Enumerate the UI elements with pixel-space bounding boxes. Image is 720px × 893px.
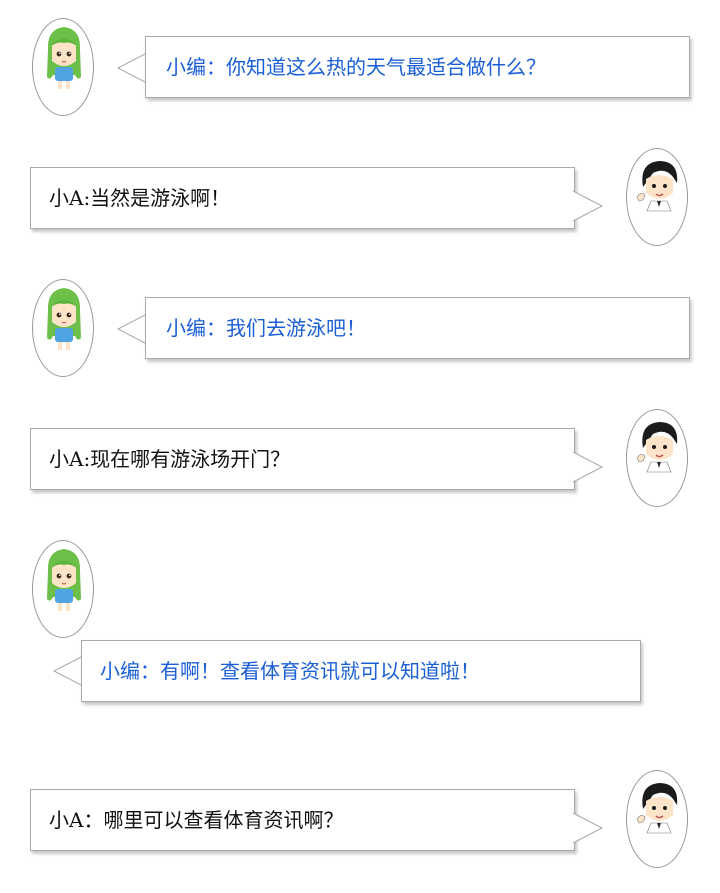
chat-bubble-user: 小A:当然是游泳啊！ <box>30 167 575 229</box>
message-text: 小编：有啊！查看体育资讯就可以知道啦！ <box>100 659 480 683</box>
speech-tail <box>116 52 148 84</box>
message-text: 小A：哪里可以查看体育资讯啊？ <box>49 808 344 832</box>
chat-bubble-user: 小A：哪里可以查看体育资讯啊？ <box>30 789 575 851</box>
speech-tail <box>572 812 604 844</box>
green-hair-girl-avatar-icon <box>32 540 94 638</box>
chat-bubble-user: 小A:现在哪有游泳场开门？ <box>30 428 575 490</box>
chat-bubble-editor: 小编：你知道这么热的天气最适合做什么？ <box>145 36 690 98</box>
message-text: 小编：你知道这么热的天气最适合做什么？ <box>166 55 546 79</box>
speech-tail <box>52 655 84 687</box>
message-text: 小编：我们去游泳吧！ <box>166 316 366 340</box>
message-text: 小A:现在哪有游泳场开门？ <box>49 447 291 471</box>
green-hair-girl-avatar-icon <box>32 279 94 377</box>
chat-bubble-editor: 小编：有啊！查看体育资讯就可以知道啦！ <box>81 640 641 702</box>
green-hair-girl-avatar-icon <box>32 18 94 116</box>
message-text: 小A:当然是游泳啊！ <box>49 186 231 210</box>
speech-tail <box>572 451 604 483</box>
black-hair-boy-avatar-icon <box>626 148 688 246</box>
black-hair-boy-avatar-icon <box>626 409 688 507</box>
black-hair-boy-avatar-icon <box>626 770 688 868</box>
speech-tail <box>116 313 148 345</box>
speech-tail <box>572 190 604 222</box>
chat-bubble-editor: 小编：我们去游泳吧！ <box>145 297 690 359</box>
